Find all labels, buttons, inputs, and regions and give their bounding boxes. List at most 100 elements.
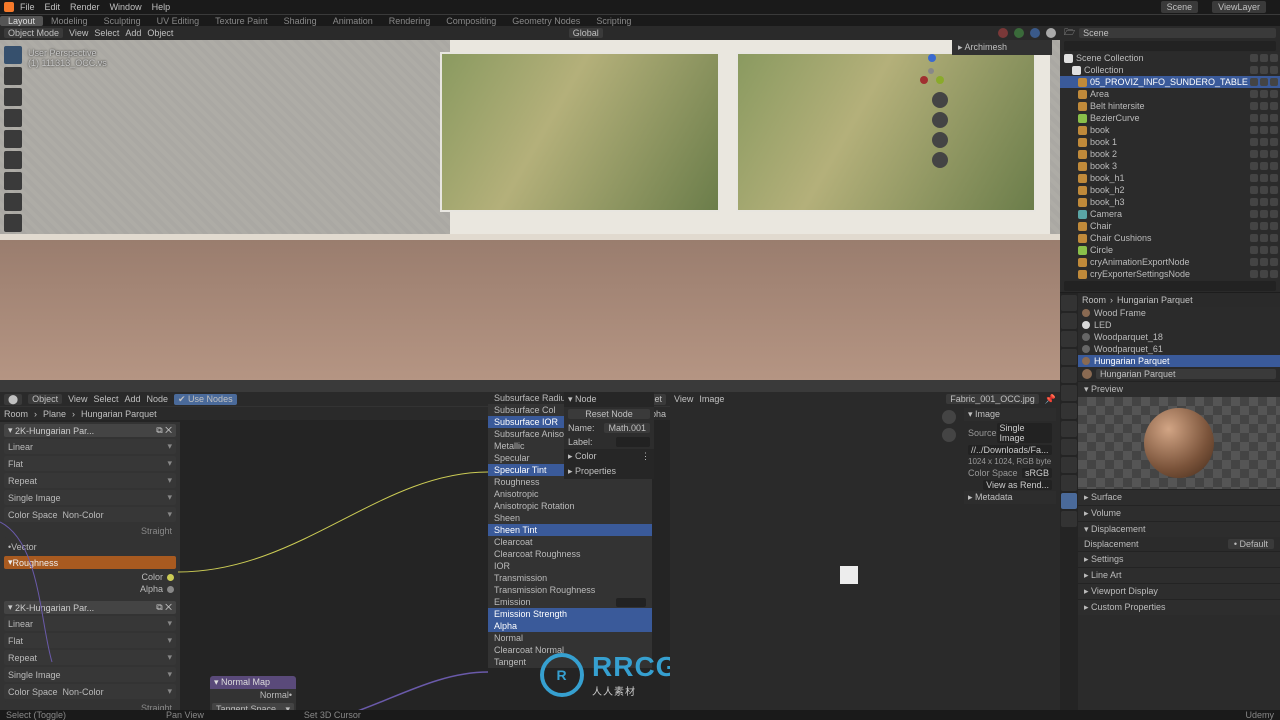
shading-matprev-icon[interactable] — [1030, 28, 1040, 38]
panel-surface[interactable]: ▸ Surface — [1078, 489, 1280, 505]
tool-cursor-icon[interactable] — [4, 67, 22, 85]
prop-tab-material-icon[interactable] — [1061, 493, 1077, 509]
tool-rotate-icon[interactable] — [4, 109, 22, 127]
src-dropdown[interactable]: Single Image▾ — [4, 490, 176, 505]
ext-dropdown[interactable]: Repeat▾ — [4, 473, 176, 488]
prop-tab-viewlayer-icon[interactable] — [1061, 331, 1077, 347]
viewlayer-dropdown[interactable]: ViewLayer — [1212, 1, 1266, 13]
bc-mat[interactable]: Hungarian Parquet — [81, 409, 157, 419]
vp-menu-add[interactable]: Add — [125, 28, 141, 38]
panel-viewportdisplay[interactable]: ▸ Viewport Display — [1078, 583, 1280, 599]
shading-solid-icon[interactable] — [1014, 28, 1024, 38]
img-source-dropdown[interactable]: Single Image — [997, 423, 1052, 443]
panel-settings[interactable]: ▸ Settings — [1078, 551, 1280, 567]
im-menu-image[interactable]: Image — [699, 394, 724, 404]
tab-shading[interactable]: Shading — [276, 16, 325, 26]
im-pin-icon[interactable]: 📌 — [1045, 394, 1056, 405]
menu-window[interactable]: Window — [110, 2, 142, 12]
npanel-header[interactable]: ▸ Archimesh — [952, 40, 1052, 55]
outliner-filter2-input[interactable] — [1064, 281, 1276, 291]
tab-animation[interactable]: Animation — [325, 16, 381, 26]
prop-tab-render-icon[interactable] — [1061, 295, 1077, 311]
normal-map-node[interactable]: ▾ Normal Map Normal • Tangent Space▾ — [210, 676, 296, 710]
tool-transform-icon[interactable] — [4, 151, 22, 169]
tab-modeling[interactable]: Modeling — [43, 16, 96, 26]
im-pan-icon[interactable] — [942, 428, 956, 442]
material-slot-list[interactable]: Wood Frame LED Woodparquet_18 Woodparque… — [1078, 307, 1280, 367]
tab-compositing[interactable]: Compositing — [438, 16, 504, 26]
panel-customprops[interactable]: ▸ Custom Properties — [1078, 599, 1280, 615]
prop-tab-output-icon[interactable] — [1061, 313, 1077, 329]
material-name-input[interactable]: Hungarian Parquet — [1096, 369, 1276, 379]
prop-tab-modifier-icon[interactable] — [1061, 403, 1077, 419]
img-colorspace-dropdown[interactable]: sRGB — [1022, 468, 1052, 478]
ne-menu-select[interactable]: Select — [93, 394, 118, 404]
tool-select-icon[interactable] — [4, 46, 22, 64]
persp-icon[interactable] — [932, 152, 948, 168]
panel-preview[interactable]: ▾ Preview — [1078, 381, 1280, 397]
roughness-node-header[interactable]: ▾ Roughness — [4, 556, 176, 569]
ne-menu-view[interactable]: View — [68, 394, 87, 404]
node-label-input[interactable] — [616, 437, 650, 447]
node-name-input[interactable]: Math.001 — [604, 423, 650, 433]
prop-tab-texture-icon[interactable] — [1061, 511, 1077, 527]
image-editor[interactable]: View Image Fabric_001_OCC.jpg 📌 ▾ Image … — [670, 392, 1060, 710]
camera-icon[interactable] — [932, 132, 948, 148]
tab-rendering[interactable]: Rendering — [381, 16, 439, 26]
pan-icon[interactable] — [932, 112, 948, 128]
mode-dropdown[interactable]: Object Mode — [4, 28, 63, 38]
ne-type-icon[interactable]: ⬤ — [4, 394, 22, 405]
panel-lineart[interactable]: ▸ Line Art — [1078, 567, 1280, 583]
reset-node-button[interactable]: Reset Node — [568, 409, 650, 419]
ne-menu-node[interactable]: Node — [146, 394, 168, 404]
tool-measure-icon[interactable] — [4, 193, 22, 211]
vp-menu-select[interactable]: Select — [94, 28, 119, 38]
prop-tab-physics-icon[interactable] — [1061, 439, 1077, 455]
zoom-icon[interactable] — [932, 92, 948, 108]
tool-scale-icon[interactable] — [4, 130, 22, 148]
prop-tab-particle-icon[interactable] — [1061, 421, 1077, 437]
tab-scripting[interactable]: Scripting — [588, 16, 639, 26]
tool-addcube-icon[interactable] — [4, 214, 22, 232]
prop-tab-mesh-icon[interactable] — [1061, 475, 1077, 491]
panel-displacement[interactable]: ▾ Displacement — [1078, 521, 1280, 537]
bc-room[interactable]: Room — [4, 409, 28, 419]
prop-tab-constraint-icon[interactable] — [1061, 457, 1077, 473]
menu-file[interactable]: File — [20, 2, 35, 12]
shading-wire-icon[interactable] — [998, 28, 1008, 38]
colorspace-dropdown[interactable]: Color Space Non-Color▾ — [4, 507, 176, 522]
img-path-input[interactable]: //../Downloads/Fa... — [968, 445, 1052, 455]
tab-geometrynodes[interactable]: Geometry Nodes — [504, 16, 588, 26]
outliner[interactable]: 🗁Scene Scene Collection Collection 05_PR… — [1060, 26, 1280, 293]
menu-edit[interactable]: Edit — [45, 2, 61, 12]
shader-node-editor[interactable]: ⬤ Object View Select Add Node ✔ Use Node… — [0, 392, 670, 710]
nav-gizmo[interactable] — [914, 54, 948, 88]
ne-menu-add[interactable]: Add — [124, 394, 140, 404]
displacement-dropdown[interactable]: • Default — [1228, 539, 1274, 549]
prop-tab-scene-icon[interactable] — [1061, 349, 1077, 365]
interp-dropdown[interactable]: Linear▾ — [4, 439, 176, 454]
tab-uvediting[interactable]: UV Editing — [149, 16, 208, 26]
tab-texturepaint[interactable]: Texture Paint — [207, 16, 276, 26]
n-panel[interactable]: ▸ Archimesh — [952, 40, 1052, 55]
scene-dropdown[interactable]: Scene — [1161, 1, 1199, 13]
3d-viewport[interactable]: Object Mode View Select Add Object Globa… — [0, 26, 1060, 392]
orientation-dropdown[interactable]: Global — [569, 28, 603, 38]
im-zoom-icon[interactable] — [942, 410, 956, 424]
outliner-filter-input[interactable] — [1064, 41, 1276, 51]
tab-layout[interactable]: Layout — [0, 16, 43, 26]
vp-menu-view[interactable]: View — [69, 28, 88, 38]
tool-annotate-icon[interactable] — [4, 172, 22, 190]
menu-help[interactable]: Help — [152, 2, 171, 12]
vp-menu-object[interactable]: Object — [147, 28, 173, 38]
prop-tab-world-icon[interactable] — [1061, 367, 1077, 383]
tool-move-icon[interactable] — [4, 88, 22, 106]
use-nodes-toggle[interactable]: ✔ Use Nodes — [174, 394, 237, 405]
prop-tab-object-icon[interactable] — [1061, 385, 1077, 401]
image-file-dropdown[interactable]: Fabric_001_OCC.jpg — [946, 394, 1039, 404]
menu-render[interactable]: Render — [70, 2, 100, 12]
ne-object-dropdown[interactable]: Object — [28, 394, 62, 404]
image-texture-node[interactable]: ▾ 2K-Hungarian Par...⧉ ✕ Linear▾ Flat▾ R… — [0, 422, 180, 710]
tab-sculpting[interactable]: Sculpting — [96, 16, 149, 26]
proj-dropdown[interactable]: Flat▾ — [4, 456, 176, 471]
